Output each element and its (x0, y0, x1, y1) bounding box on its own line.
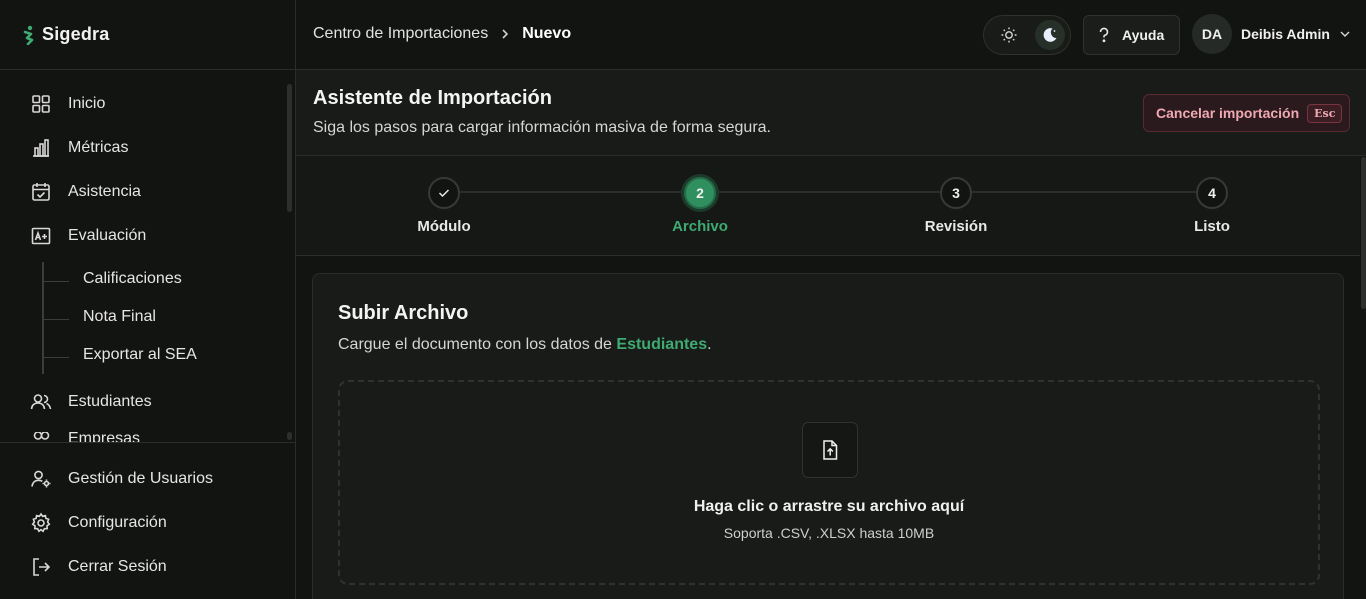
step-2-label: Archivo (672, 218, 728, 235)
grade-icon (30, 225, 52, 247)
page-subtitle: Siga los pasos para cargar información m… (313, 119, 771, 136)
step-1-circle[interactable] (428, 177, 460, 209)
check-icon (438, 188, 450, 198)
nav-item-empresas[interactable]: Empresas (30, 432, 140, 442)
upload-card: Subir Archivo Cargue el documento con lo… (312, 273, 1344, 599)
help-button[interactable]: Ayuda (1083, 15, 1180, 55)
nav-item-estudiantes[interactable]: Estudiantes (30, 390, 152, 414)
sidebar: Sigedra Inicio Métricas Asistencia Evalu… (0, 0, 296, 599)
grid-icon (30, 93, 52, 115)
step-connector (716, 191, 940, 193)
nav-label: Asistencia (68, 183, 141, 200)
step-4-circle: 4 (1196, 177, 1228, 209)
step-4-label: Listo (1194, 218, 1230, 235)
upload-subtitle-end: . (707, 336, 712, 353)
breadcrumb-link[interactable]: Centro de Importaciones (313, 25, 488, 43)
main-scrollbar[interactable] (1361, 157, 1366, 309)
users-icon (30, 391, 52, 413)
upload-subtitle: Cargue el documento con los datos de Est… (338, 336, 712, 354)
theme-toggle[interactable] (983, 15, 1071, 55)
nav-item-asistencia[interactable]: Asistencia (30, 180, 141, 204)
bar-chart-icon (30, 137, 52, 159)
upload-title: Subir Archivo (338, 302, 469, 324)
esc-shortcut-badge: Esc (1307, 103, 1343, 123)
moon-icon[interactable] (1035, 20, 1065, 50)
step-2-circle: 2 (684, 177, 716, 209)
sidebar-scrollbar-end (287, 432, 292, 440)
nav-label: Configuración (68, 514, 167, 531)
file-dropzone[interactable]: Haga clic o arrastre su archivo aquí Sop… (338, 380, 1320, 585)
logout-icon (30, 556, 52, 578)
nav-label: Gestión de Usuarios (68, 470, 213, 487)
nav-label: Inicio (68, 95, 106, 112)
logo-icon (22, 25, 36, 45)
nav-item-inicio[interactable]: Inicio (30, 92, 105, 116)
brand[interactable]: Sigedra (0, 0, 295, 70)
nav-item-evaluacion[interactable]: Evaluación (30, 224, 146, 248)
users-icon (30, 432, 52, 442)
nav-label: Empresas (68, 432, 141, 442)
module-highlight: Estudiantes (616, 336, 708, 353)
step-connector (972, 191, 1196, 193)
sidebar-bottom: Gestión de Usuarios Configuración Cerrar… (0, 442, 296, 599)
page-header: Asistente de Importación Siga los pasos … (296, 70, 1366, 156)
upload-subtitle-text: Cargue el documento con los datos de (338, 336, 617, 353)
nav-subitem-exportar-sea[interactable]: Exportar al SEA (43, 346, 197, 368)
step-connector (460, 191, 684, 193)
nav-label: Evaluación (68, 227, 147, 244)
dropzone-text: Haga clic o arrastre su archivo aquí (693, 498, 965, 515)
user-name: Deibis Admin (1241, 26, 1330, 42)
question-icon (1098, 27, 1110, 43)
nav-label: Estudiantes (68, 393, 152, 410)
upload-icon-box (802, 422, 858, 478)
step-3-label: Revisión (924, 218, 988, 235)
nav-menu: Inicio Métricas Asistencia Evaluación Ca… (0, 82, 296, 442)
nav-item-cerrar-sesion[interactable]: Cerrar Sesión (30, 555, 167, 579)
cancel-label: Cancelar importación (1156, 105, 1300, 121)
avatar: DA (1192, 14, 1232, 54)
nav-subitem-calificaciones[interactable]: Calificaciones (43, 270, 182, 292)
cancel-import-button[interactable]: Cancelar importación Esc (1143, 94, 1350, 132)
nav-item-metricas[interactable]: Métricas (30, 136, 128, 160)
chevron-right-icon (500, 28, 510, 40)
user-menu[interactable]: DA Deibis Admin (1192, 14, 1351, 54)
file-upload-icon (820, 439, 840, 461)
nav-label: Métricas (68, 139, 129, 156)
sidebar-scrollbar[interactable] (287, 84, 292, 212)
step-3-circle: 3 (940, 177, 972, 209)
help-label: Ayuda (1122, 27, 1165, 43)
breadcrumb: Centro de Importaciones Nuevo (313, 25, 571, 43)
calendar-check-icon (30, 181, 52, 203)
import-stepper: Módulo 2 Archivo 3 Revisión 4 Listo (296, 156, 1360, 256)
nav-subitem-nota-final[interactable]: Nota Final (43, 308, 156, 330)
dropzone-hint: Soporta .CSV, .XLSX hasta 10MB (723, 525, 935, 541)
step-1-label: Módulo (417, 218, 471, 235)
nav-label: Cerrar Sesión (68, 558, 167, 575)
top-header: Centro de Importaciones Nuevo Ayuda DA D… (296, 0, 1366, 70)
breadcrumb-current: Nuevo (522, 25, 572, 42)
sun-icon[interactable] (994, 20, 1024, 50)
gear-icon (30, 512, 52, 534)
chevron-down-icon (1339, 29, 1351, 39)
page-title: Asistente de Importación (313, 87, 552, 109)
nav-item-configuracion[interactable]: Configuración (30, 511, 167, 535)
user-cog-icon (30, 468, 52, 490)
brand-name: Sigedra (42, 24, 110, 44)
nav-item-gestion-usuarios[interactable]: Gestión de Usuarios (30, 467, 213, 491)
